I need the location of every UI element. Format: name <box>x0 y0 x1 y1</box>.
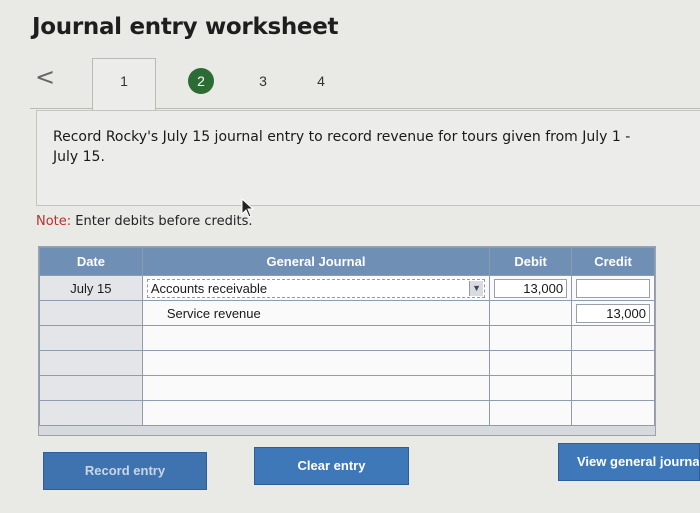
clear-entry-button[interactable]: Clear entry <box>254 447 409 485</box>
debit-cell[interactable] <box>489 325 573 351</box>
credit-cell[interactable] <box>571 275 655 301</box>
note-line: Note: Enter debits before credits. <box>36 214 252 229</box>
instruction-text: Record Rocky's July 15 journal entry to … <box>53 129 631 165</box>
account-select[interactable]: Accounts receivable ▼ <box>146 278 486 298</box>
debit-cell[interactable] <box>489 350 573 376</box>
tab-step-1-label[interactable]: 1 <box>111 68 137 94</box>
account-cell[interactable]: Service revenue <box>141 300 491 326</box>
credit-cell[interactable] <box>571 375 655 401</box>
instruction-panel: Record Rocky's July 15 journal entry to … <box>36 110 700 206</box>
column-header-date: Date <box>39 247 143 276</box>
account-cell[interactable] <box>141 350 491 376</box>
journal-entry-table: Date General Journal Debit Credit July 1… <box>38 246 656 436</box>
debit-input[interactable]: 13,000 <box>494 278 568 298</box>
record-entry-button[interactable]: Record entry <box>43 452 207 490</box>
column-header-credit: Credit <box>571 247 655 276</box>
tab-step-3[interactable]: 3 <box>250 68 276 94</box>
account-value[interactable]: Service revenue <box>147 306 485 321</box>
view-general-journal-button[interactable]: View general journal <box>558 443 700 481</box>
debit-cell[interactable]: 13,000 <box>489 275 573 301</box>
tab-step-4[interactable]: 4 <box>308 68 334 94</box>
date-cell[interactable] <box>39 300 143 326</box>
account-cell[interactable] <box>141 400 491 426</box>
debit-cell[interactable] <box>489 400 573 426</box>
credit-cell[interactable] <box>571 400 655 426</box>
account-value: Accounts receivable <box>150 280 268 296</box>
tab-step-2[interactable]: 2 <box>188 68 214 94</box>
date-cell[interactable] <box>39 375 143 401</box>
date-cell[interactable]: July 15 <box>39 275 143 301</box>
note-label: Note: <box>36 214 72 229</box>
account-cell[interactable] <box>141 325 491 351</box>
credit-input[interactable] <box>576 278 650 298</box>
table-row <box>39 325 655 351</box>
credit-cell[interactable] <box>571 325 655 351</box>
back-arrow-icon[interactable]: < <box>35 63 55 91</box>
account-cell[interactable] <box>141 375 491 401</box>
table-row: Service revenue 13,000 <box>39 300 655 326</box>
dropdown-arrow-icon[interactable]: ▼ <box>469 280 484 296</box>
credit-cell[interactable] <box>571 350 655 376</box>
date-cell[interactable] <box>39 325 143 351</box>
debit-cell[interactable] <box>489 375 573 401</box>
mouse-pointer-icon <box>241 198 255 218</box>
table-row: July 15 Accounts receivable ▼ 13,000 <box>39 275 655 301</box>
table-row <box>39 400 655 426</box>
date-cell[interactable] <box>39 400 143 426</box>
column-header-debit: Debit <box>489 247 573 276</box>
table-row <box>39 350 655 376</box>
account-cell[interactable]: Accounts receivable ▼ <box>141 275 491 301</box>
credit-cell[interactable]: 13,000 <box>571 300 655 326</box>
date-cell[interactable] <box>39 350 143 376</box>
step-navigation: < 1 2 3 4 <box>30 58 700 110</box>
page-title: Journal entry worksheet <box>32 14 339 40</box>
debit-cell[interactable] <box>489 300 573 326</box>
note-text: Enter debits before credits. <box>71 214 253 229</box>
credit-input[interactable]: 13,000 <box>576 303 650 323</box>
column-header-general-journal: General Journal <box>141 247 491 276</box>
table-row <box>39 375 655 401</box>
